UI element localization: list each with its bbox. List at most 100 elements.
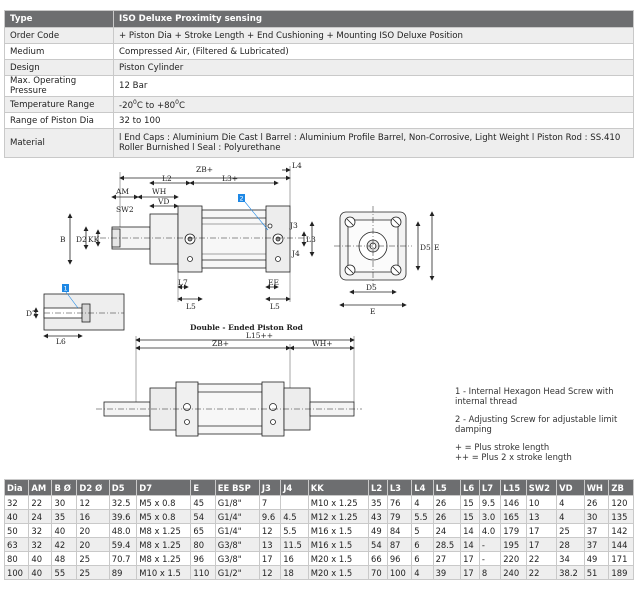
table-cell: 30 bbox=[51, 495, 78, 510]
dim-l4: L4 bbox=[292, 161, 302, 170]
spec-value-temperature: -200C to +800C bbox=[113, 96, 634, 113]
table-cell: 26 bbox=[432, 509, 462, 524]
column-header: SW2 bbox=[525, 479, 558, 496]
table-cell: 9.6 bbox=[258, 509, 282, 524]
table-cell: 6 bbox=[411, 537, 434, 552]
table-cell: 12 bbox=[76, 495, 110, 510]
legend-notes: 1 - Internal Hexagon Head Screw with int… bbox=[455, 386, 635, 462]
column-header: WH bbox=[583, 479, 610, 496]
table-cell: 15 bbox=[460, 509, 480, 524]
table-cell: 25 bbox=[556, 523, 585, 538]
table-cell: 189 bbox=[608, 565, 634, 580]
table-cell: G3/8" bbox=[214, 551, 260, 566]
spec-row: Order Code + Piston Dia + Stroke Length … bbox=[4, 27, 634, 44]
table-cell bbox=[280, 495, 309, 510]
table-cell: M8 x 1.25 bbox=[136, 537, 192, 552]
table-cell: 66 bbox=[368, 551, 388, 566]
table-cell: 12 bbox=[258, 565, 282, 580]
table-cell: 42 bbox=[51, 537, 78, 552]
spec-table: Type ISO Deluxe Proximity sensing Order … bbox=[4, 10, 634, 158]
column-header: J3 bbox=[258, 479, 282, 496]
column-header: D5 bbox=[108, 479, 138, 496]
table-cell: 35 bbox=[368, 495, 388, 510]
table-cell: 5.5 bbox=[280, 523, 309, 538]
table-cell: 65 bbox=[190, 523, 216, 538]
dim-vd: VD bbox=[157, 197, 169, 206]
table-cell: - bbox=[478, 551, 502, 566]
column-header: L4 bbox=[411, 479, 434, 496]
table-cell: 54 bbox=[190, 509, 216, 524]
table-cell: 28.5 bbox=[432, 537, 462, 552]
table-cell: 24 bbox=[432, 523, 462, 538]
column-header: D2 Ø bbox=[76, 479, 110, 496]
dim-d7: D7 bbox=[26, 309, 37, 318]
dim-am: AM bbox=[115, 187, 129, 196]
table-cell: 17 bbox=[525, 537, 558, 552]
table-cell: 25 bbox=[76, 565, 110, 580]
spec-label: Order Code bbox=[4, 27, 114, 44]
table-cell: 20 bbox=[76, 523, 110, 538]
callout-1-label: 1 bbox=[64, 285, 68, 293]
dim-wh: WH bbox=[152, 187, 167, 196]
table-cell: 4 bbox=[556, 509, 585, 524]
table-cell: 165 bbox=[500, 509, 527, 524]
table-cell: 100 bbox=[386, 565, 413, 580]
table-cell: 195 bbox=[500, 537, 527, 552]
table-cell: 9.5 bbox=[478, 495, 502, 510]
table-cell: 84 bbox=[386, 523, 413, 538]
table-cell: 34 bbox=[556, 551, 585, 566]
table-cell: 45 bbox=[190, 495, 216, 510]
table-cell: 51 bbox=[583, 565, 610, 580]
table-cell: M20 x 1.5 bbox=[307, 551, 370, 566]
table-cell: 32.5 bbox=[108, 495, 138, 510]
table-cell: 39 bbox=[432, 565, 462, 580]
table-cell: 144 bbox=[608, 537, 634, 552]
dim-d2: D2 bbox=[76, 235, 87, 244]
spec-header-value: ISO Deluxe Proximity sensing bbox=[113, 10, 634, 28]
table-cell: 22 bbox=[28, 495, 53, 510]
spec-label: Temperature Range bbox=[4, 96, 114, 113]
double-rod-view bbox=[96, 336, 362, 437]
callout-2-label: 2 bbox=[240, 195, 244, 203]
table-cell: 37 bbox=[583, 523, 610, 538]
table-cell: 12 bbox=[258, 523, 282, 538]
table-cell: G1/4" bbox=[214, 509, 260, 524]
table-cell: 100 bbox=[3, 565, 30, 580]
spec-row: Max. Operating Pressure 12 Bar bbox=[4, 75, 634, 97]
dimension-table-body: 32 22 30 12 32.5 M5 x 0.8 45 G1/8" 7 M10 x 1.25 35… bbox=[3, 495, 634, 580]
table-cell: 146 bbox=[500, 495, 527, 510]
table-cell: 24 bbox=[28, 509, 53, 524]
column-header: AM bbox=[28, 479, 53, 496]
table-cell: 96 bbox=[190, 551, 216, 566]
table-cell: 49 bbox=[583, 551, 610, 566]
note-2: 2 - Adjusting Screw for adjustable limit… bbox=[455, 414, 618, 434]
spec-row: Temperature Range -200C to +800C bbox=[4, 96, 634, 113]
table-cell: 14 bbox=[460, 523, 480, 538]
table-cell: G3/8" bbox=[214, 537, 260, 552]
dim-zb2: ZB+ bbox=[212, 339, 229, 348]
table-cell: M12 x 1.25 bbox=[307, 509, 370, 524]
dim-e: E bbox=[434, 243, 439, 252]
column-header: J4 bbox=[280, 479, 309, 496]
table-cell: M8 x 1.25 bbox=[136, 551, 192, 566]
table-cell: 18 bbox=[280, 565, 309, 580]
table-cell: 17 bbox=[525, 523, 558, 538]
table-cell: 32 bbox=[3, 495, 30, 510]
table-cell: 14 bbox=[460, 537, 480, 552]
table-cell: 8 bbox=[478, 565, 502, 580]
table-cell: 48 bbox=[51, 551, 78, 566]
table-row: 100 40 55 25 89 M10 x 1.5 110 G1/2" 12 18 M20 x 1.… bbox=[3, 565, 634, 580]
dim-l3: L3+ bbox=[222, 174, 238, 183]
table-cell: 70 bbox=[368, 565, 388, 580]
column-header: Dia bbox=[3, 479, 30, 496]
spec-value: Piston Cylinder bbox=[113, 59, 634, 76]
dim-l3b: L3 bbox=[306, 235, 316, 244]
spec-value: 12 Bar bbox=[113, 75, 634, 97]
note-1: 1 - Internal Hexagon Head Screw with int… bbox=[455, 386, 614, 406]
column-header: KK bbox=[307, 479, 370, 496]
column-header: E bbox=[190, 479, 216, 496]
table-cell: 20 bbox=[76, 537, 110, 552]
table-row: 50 32 40 20 48.0 M8 x 1.25 65 G1/4" 12 5.5 M16 x 1… bbox=[3, 523, 634, 538]
spec-header-label: Type bbox=[4, 10, 114, 28]
table-cell: M10 x 1.25 bbox=[307, 495, 370, 510]
